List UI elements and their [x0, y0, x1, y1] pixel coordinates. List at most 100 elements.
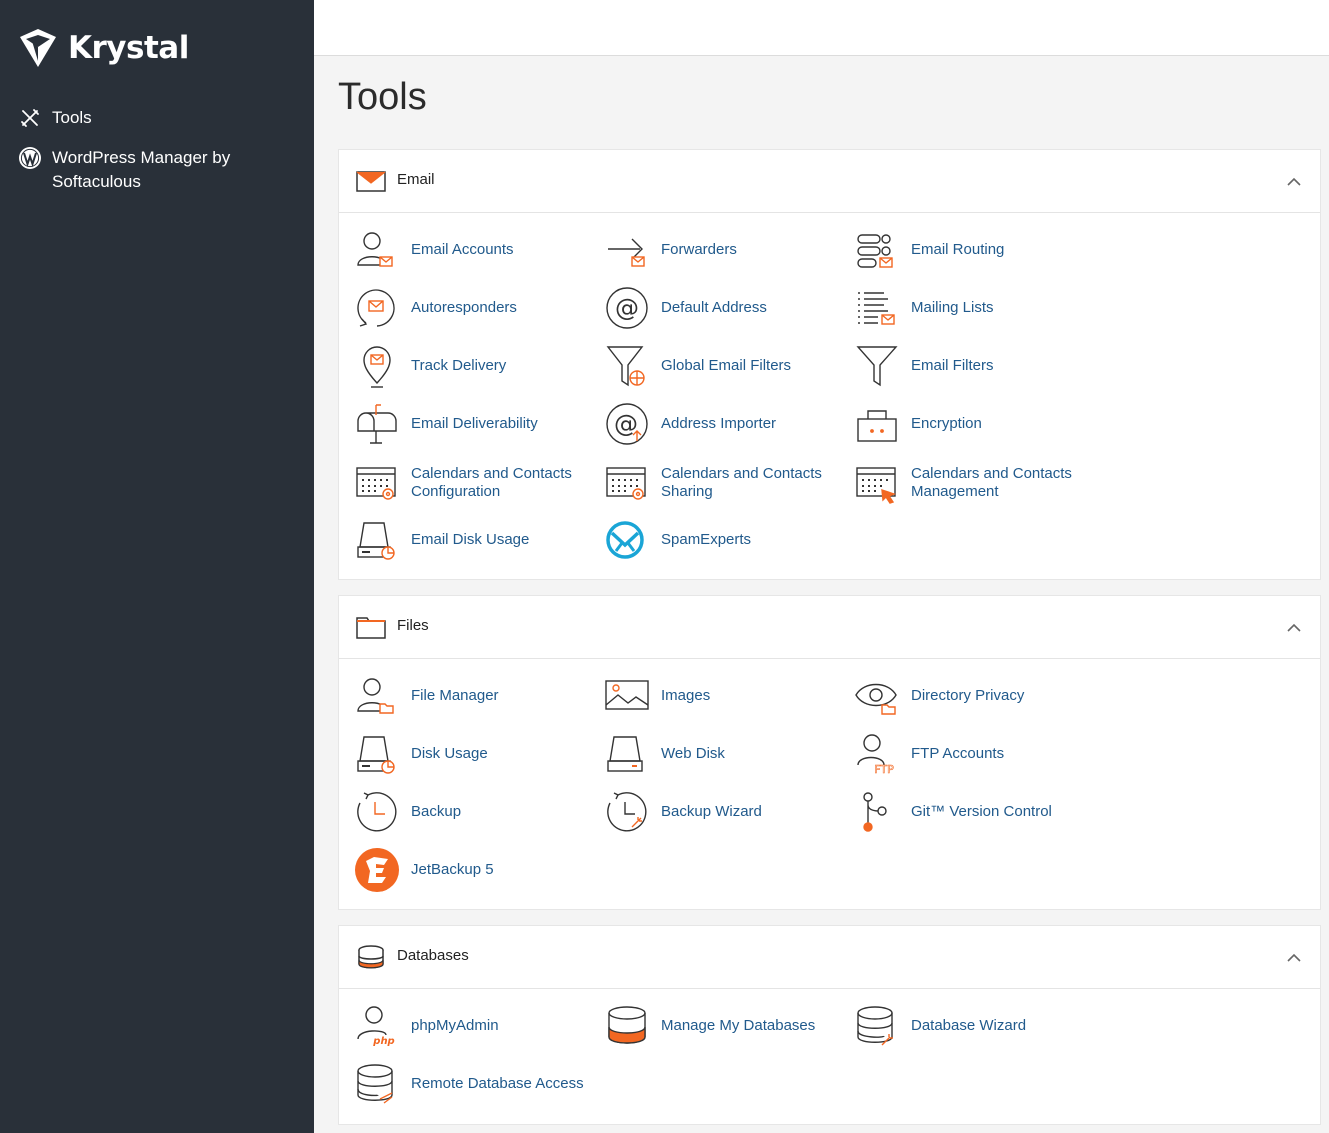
jetbackup-icon: [355, 848, 399, 892]
sidebar-item-tools[interactable]: Tools: [18, 106, 92, 130]
folder-icon: [356, 617, 386, 639]
autoresponders-icon: [357, 289, 395, 327]
backup-wizard-icon: [607, 792, 647, 832]
krystal-logo[interactable]: Krystal: [18, 26, 189, 70]
global-email-filters-icon: [606, 346, 645, 387]
database-wizard[interactable]: Database Wizard: [857, 1003, 1026, 1049]
web-disk[interactable]: Web Disk: [607, 731, 725, 777]
phpmyadmin[interactable]: php phpMyAdmin: [357, 1003, 499, 1049]
item-label: Email Disk Usage: [411, 531, 530, 548]
manage-databases-icon: [608, 1006, 646, 1044]
phpmyadmin-icon: php: [357, 1006, 395, 1047]
email-routing[interactable]: Email Routing: [857, 227, 1004, 273]
directory-privacy[interactable]: Directory Privacy: [855, 673, 1024, 719]
item-label: Calendars and Contacts Configuration: [411, 465, 572, 500]
item-label: Mailing Lists: [911, 299, 994, 316]
email-disk-usage-icon: [357, 522, 395, 560]
email-filters-icon: [856, 346, 898, 387]
email-filters[interactable]: Email Filters: [856, 343, 994, 389]
item-label: Global Email Filters: [661, 357, 792, 374]
autoresponders[interactable]: Autoresponders: [357, 285, 517, 331]
envelope-icon: [356, 171, 386, 192]
sidebar-item-label: WordPress Manager by Softaculous: [52, 148, 231, 191]
calendars-contacts-configuration[interactable]: Calendars and Contacts Configuration: [356, 460, 591, 506]
chevron-up-icon[interactable]: [1284, 618, 1304, 638]
mailing-lists-icon: [858, 292, 895, 325]
top-bar: [314, 0, 1329, 56]
item-label: Default Address: [661, 299, 767, 316]
email-disk-usage[interactable]: Email Disk Usage: [357, 517, 529, 563]
global-email-filters[interactable]: Global Email Filters: [606, 343, 792, 389]
item-label: Images: [661, 687, 711, 704]
file-manager-icon: [357, 678, 394, 714]
item-label: Backup: [411, 803, 462, 820]
wordpress-icon: [18, 146, 42, 170]
item-label: Git™ Version Control: [911, 803, 1052, 820]
git-version-control[interactable]: Git™ Version Control: [857, 789, 1052, 835]
address-importer[interactable]: @ Address Importer: [606, 401, 777, 447]
jetbackup-5[interactable]: JetBackup 5: [355, 847, 494, 893]
files-section-header[interactable]: Files: [339, 596, 1320, 659]
tools-icon: [18, 106, 42, 130]
chevron-up-icon[interactable]: [1284, 948, 1304, 968]
item-label: Email Routing: [911, 241, 1005, 258]
default-address[interactable]: @ Default Address: [606, 285, 767, 331]
item-label: phpMyAdmin: [411, 1017, 499, 1034]
web-disk-icon: [607, 736, 643, 772]
forwarders-icon: [608, 238, 645, 267]
item-label: Database Wizard: [911, 1017, 1027, 1034]
item-label: Email Filters: [911, 357, 994, 374]
section-title: Files: [397, 617, 429, 634]
email-accounts-icon: [357, 232, 393, 267]
disk-usage[interactable]: Disk Usage: [357, 731, 488, 777]
section-title: Email: [397, 171, 435, 188]
svg-text:@: @: [615, 294, 639, 322]
mailing-lists[interactable]: Mailing Lists: [857, 285, 994, 331]
address-importer-icon: @: [606, 403, 648, 445]
backup[interactable]: Backup: [357, 789, 461, 835]
manage-my-databases[interactable]: Manage My Databases: [607, 1003, 815, 1049]
images-icon: [605, 680, 649, 710]
svg-text:FTP: FTP: [874, 763, 894, 776]
database-wizard-icon: [857, 1006, 893, 1046]
sidebar-item-wordpress-manager[interactable]: WordPress Manager by Softaculous: [18, 146, 268, 194]
images[interactable]: Images: [605, 673, 711, 719]
item-label: Forwarders: [661, 241, 737, 258]
databases-section-header[interactable]: Databases: [339, 926, 1320, 989]
file-manager[interactable]: File Manager: [357, 673, 499, 719]
item-label: Autoresponders: [411, 299, 517, 316]
email-deliverability[interactable]: Email Deliverability: [357, 401, 538, 447]
forwarders[interactable]: Forwarders: [607, 227, 737, 273]
spamexperts[interactable]: SpamExperts: [606, 517, 751, 563]
ftp-accounts-icon: FTP: [857, 734, 894, 776]
svg-text:php: php: [372, 1036, 394, 1047]
remote-database-icon: [357, 1064, 393, 1104]
email-accounts[interactable]: Email Accounts: [357, 227, 514, 273]
calendar-management-icon: [856, 467, 897, 504]
item-label: Track Delivery: [411, 357, 507, 374]
item-label: FTP Accounts: [911, 745, 1005, 762]
item-label: Email Deliverability: [411, 415, 538, 432]
ftp-accounts[interactable]: FTP FTP Accounts: [857, 731, 1004, 777]
calendars-contacts-management[interactable]: Calendars and Contacts Management: [856, 460, 1091, 506]
calendars-contacts-sharing[interactable]: Calendars and Contacts Sharing: [606, 460, 841, 506]
encryption-icon: [857, 410, 897, 442]
backup-wizard[interactable]: Backup Wizard: [607, 789, 762, 835]
remote-database-access[interactable]: Remote Database Access: [357, 1061, 584, 1107]
item-label: Calendars and Contacts Management: [911, 465, 1072, 500]
calendar-sharing-icon: [606, 467, 646, 500]
krystal-logo-icon: [20, 29, 56, 67]
email-deliverability-icon: [357, 404, 397, 444]
section-title: Databases: [397, 947, 469, 964]
database-icon: [358, 945, 384, 969]
track-delivery[interactable]: Track Delivery: [357, 343, 506, 389]
email-routing-icon: [857, 234, 893, 268]
item-label: Address Importer: [661, 415, 777, 432]
sidebar: Krystal Tools WordPress Manager by Softa…: [0, 0, 314, 1133]
item-label: Encryption: [911, 415, 982, 432]
encryption[interactable]: Encryption: [857, 401, 982, 447]
email-section-header[interactable]: Email: [339, 150, 1320, 213]
track-delivery-icon: [363, 346, 391, 388]
chevron-up-icon[interactable]: [1284, 172, 1304, 192]
disk-usage-icon: [357, 736, 395, 774]
